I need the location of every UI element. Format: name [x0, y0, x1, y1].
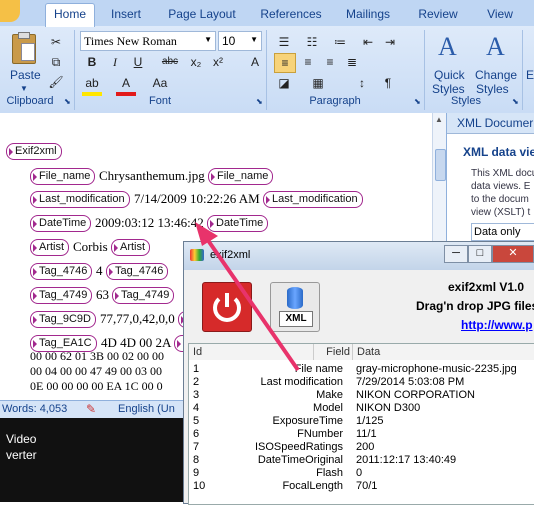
annotation-arrow	[195, 222, 300, 372]
